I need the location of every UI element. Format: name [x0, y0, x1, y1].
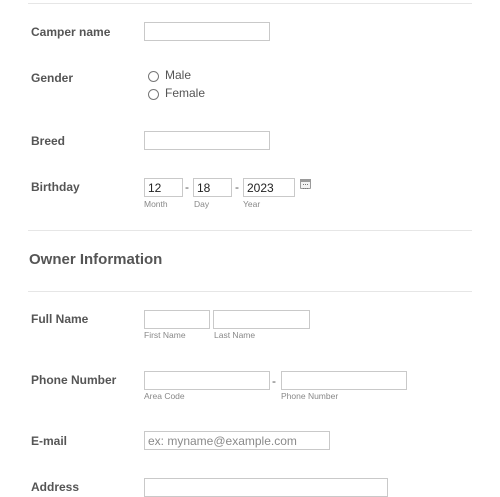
breed-input[interactable] [144, 131, 270, 150]
gender-male-radio[interactable] [148, 71, 159, 82]
area-code-sublabel: Area Code [144, 391, 185, 401]
last-name-sublabel: Last Name [214, 330, 256, 340]
section-divider [28, 291, 472, 292]
area-code-input[interactable] [144, 371, 270, 390]
gender-female-radio[interactable] [148, 89, 159, 100]
section-divider [28, 230, 472, 231]
phone-separator: - [272, 374, 276, 388]
email-input[interactable] [144, 431, 330, 450]
camper-name-label: Camper name [31, 25, 111, 39]
birthday-separator: - [185, 180, 189, 194]
birthday-separator: - [235, 180, 239, 194]
phone-number-sublabel: Phone Number [281, 391, 339, 401]
gender-female-label[interactable]: Female [165, 86, 205, 100]
calendar-icon[interactable] [300, 179, 311, 189]
birthday-day-sublabel: Day [194, 199, 210, 209]
owner-section-title: Owner Information [29, 251, 163, 268]
birthday-month-input[interactable] [144, 178, 183, 197]
first-name-input[interactable] [144, 310, 210, 329]
address-input[interactable] [144, 478, 388, 497]
phone-number-label: Phone Number [31, 373, 117, 387]
birthday-year-input[interactable] [243, 178, 295, 197]
full-name-label: Full Name [31, 312, 89, 326]
last-name-input[interactable] [213, 310, 310, 329]
birthday-day-input[interactable] [193, 178, 232, 197]
camper-name-input[interactable] [144, 22, 270, 41]
birthday-label: Birthday [31, 180, 80, 194]
gender-male-label[interactable]: Male [165, 68, 191, 82]
birthday-year-sublabel: Year [243, 199, 261, 209]
top-divider [28, 3, 472, 4]
breed-label: Breed [31, 134, 66, 148]
first-name-sublabel: First Name [144, 330, 186, 340]
gender-label: Gender [31, 71, 74, 85]
address-label: Address [31, 480, 80, 494]
email-label: E-mail [31, 434, 68, 448]
phone-number-input[interactable] [281, 371, 407, 390]
birthday-month-sublabel: Month [144, 199, 168, 209]
